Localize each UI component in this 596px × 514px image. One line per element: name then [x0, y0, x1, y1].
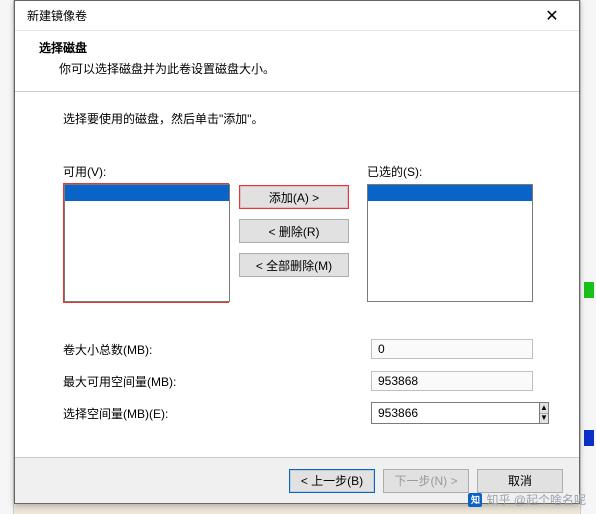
close-button[interactable]: ✕ — [533, 3, 571, 29]
wizard-dialog: 新建镜像卷 ✕ 选择磁盘 你可以选择磁盘并为此卷设置磁盘大小。 选择要使用的磁盘… — [14, 0, 580, 504]
background-left — [0, 0, 14, 514]
list-item[interactable]: 磁盘 0 953866 MB — [65, 185, 229, 201]
selected-label: 已选的(S): — [367, 163, 533, 180]
available-column: 可用(V): 磁盘 0 953866 MB — [63, 163, 229, 303]
size-fields: 卷大小总数(MB): 0 最大可用空间量(MB): 953868 选择空间量(M… — [63, 333, 539, 429]
page-description: 你可以选择磁盘并为此卷设置磁盘大小。 — [39, 60, 555, 77]
select-size-input[interactable] — [371, 402, 540, 424]
disk-size: 953866 MB — [155, 203, 211, 215]
total-size-label: 卷大小总数(MB): — [63, 341, 371, 358]
disk-name: 磁盘 2 — [409, 203, 440, 215]
close-icon: ✕ — [545, 6, 558, 26]
spin-down-button[interactable]: ▼ — [540, 414, 548, 424]
back-button[interactable]: < 上一步(B) — [289, 469, 375, 493]
titlebar: 新建镜像卷 ✕ — [15, 1, 579, 31]
disk-name: 磁盘 0 — [112, 203, 143, 215]
cancel-button[interactable]: 取消 — [477, 469, 563, 493]
wizard-footer: < 上一步(B) 下一步(N) > 取消 — [15, 457, 579, 503]
selected-column: 已选的(S): 磁盘 2 953866 MB — [367, 163, 533, 302]
instruction-text: 选择要使用的磁盘，然后单击"添加"。 — [63, 110, 539, 127]
total-size-value: 0 — [371, 339, 533, 359]
select-size-label: 选择空间量(MB)(E): — [63, 405, 371, 422]
list-item[interactable]: 磁盘 2 953866 MB — [368, 185, 532, 201]
add-button[interactable]: 添加(A) > — [239, 185, 349, 209]
available-listbox[interactable]: 磁盘 0 953866 MB — [64, 184, 230, 302]
transfer-buttons: 添加(A) > < 删除(R) < 全部删除(M) — [229, 163, 359, 277]
selected-listbox[interactable]: 磁盘 2 953866 MB — [367, 184, 533, 302]
window-title: 新建镜像卷 — [27, 7, 87, 24]
disk-size: 953866 MB — [452, 203, 508, 215]
max-size-value: 953868 — [371, 371, 533, 391]
available-label: 可用(V): — [63, 163, 229, 180]
remove-button[interactable]: < 删除(R) — [239, 219, 349, 243]
spin-up-button[interactable]: ▲ — [540, 403, 548, 414]
remove-all-button[interactable]: < 全部删除(M) — [239, 253, 349, 277]
max-size-label: 最大可用空间量(MB): — [63, 373, 371, 390]
next-button[interactable]: 下一步(N) > — [383, 469, 469, 493]
page-title: 选择磁盘 — [39, 39, 555, 56]
wizard-header: 选择磁盘 你可以选择磁盘并为此卷设置磁盘大小。 — [15, 31, 579, 92]
available-highlight: 磁盘 0 953866 MB — [63, 183, 229, 303]
spinner-buttons: ▲ ▼ — [540, 402, 549, 424]
background-right — [580, 0, 596, 514]
wizard-content: 选择要使用的磁盘，然后单击"添加"。 可用(V): 磁盘 0 953866 MB… — [15, 92, 579, 439]
